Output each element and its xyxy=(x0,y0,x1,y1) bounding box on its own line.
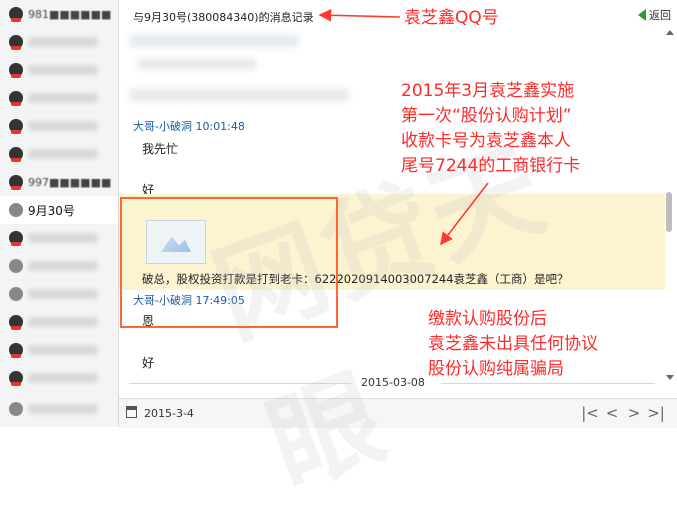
annotation-note-2: 缴款认购股份后 袁芝鑫未出具任何协议 股份认购纯属骗局 xyxy=(428,307,598,382)
annotation-note-1: 2015年3月袁芝鑫实施 第一次“股份认购计划” 收款卡号为袁芝鑫本人 尾号72… xyxy=(401,79,580,179)
annotation-line: 尾号7244的工商银行卡 xyxy=(401,156,581,176)
annotation-line: 袁芝鑫未出具任何协议 xyxy=(428,334,598,354)
annotation-line: 股份认购纯属骗局 xyxy=(428,359,564,379)
annotation-line: 第一次“股份认购计划” xyxy=(401,106,572,126)
annotation-qq-label: 袁芝鑫QQ号 xyxy=(404,8,499,28)
annotation-line: 2015年3月袁芝鑫实施 xyxy=(401,81,575,101)
arrow-to-card xyxy=(440,182,489,246)
annotation-line: 缴款认购股份后 xyxy=(428,309,547,329)
arrow-to-qq xyxy=(318,8,401,22)
annotation-line: 收款卡号为袁芝鑫本人 xyxy=(401,131,571,151)
